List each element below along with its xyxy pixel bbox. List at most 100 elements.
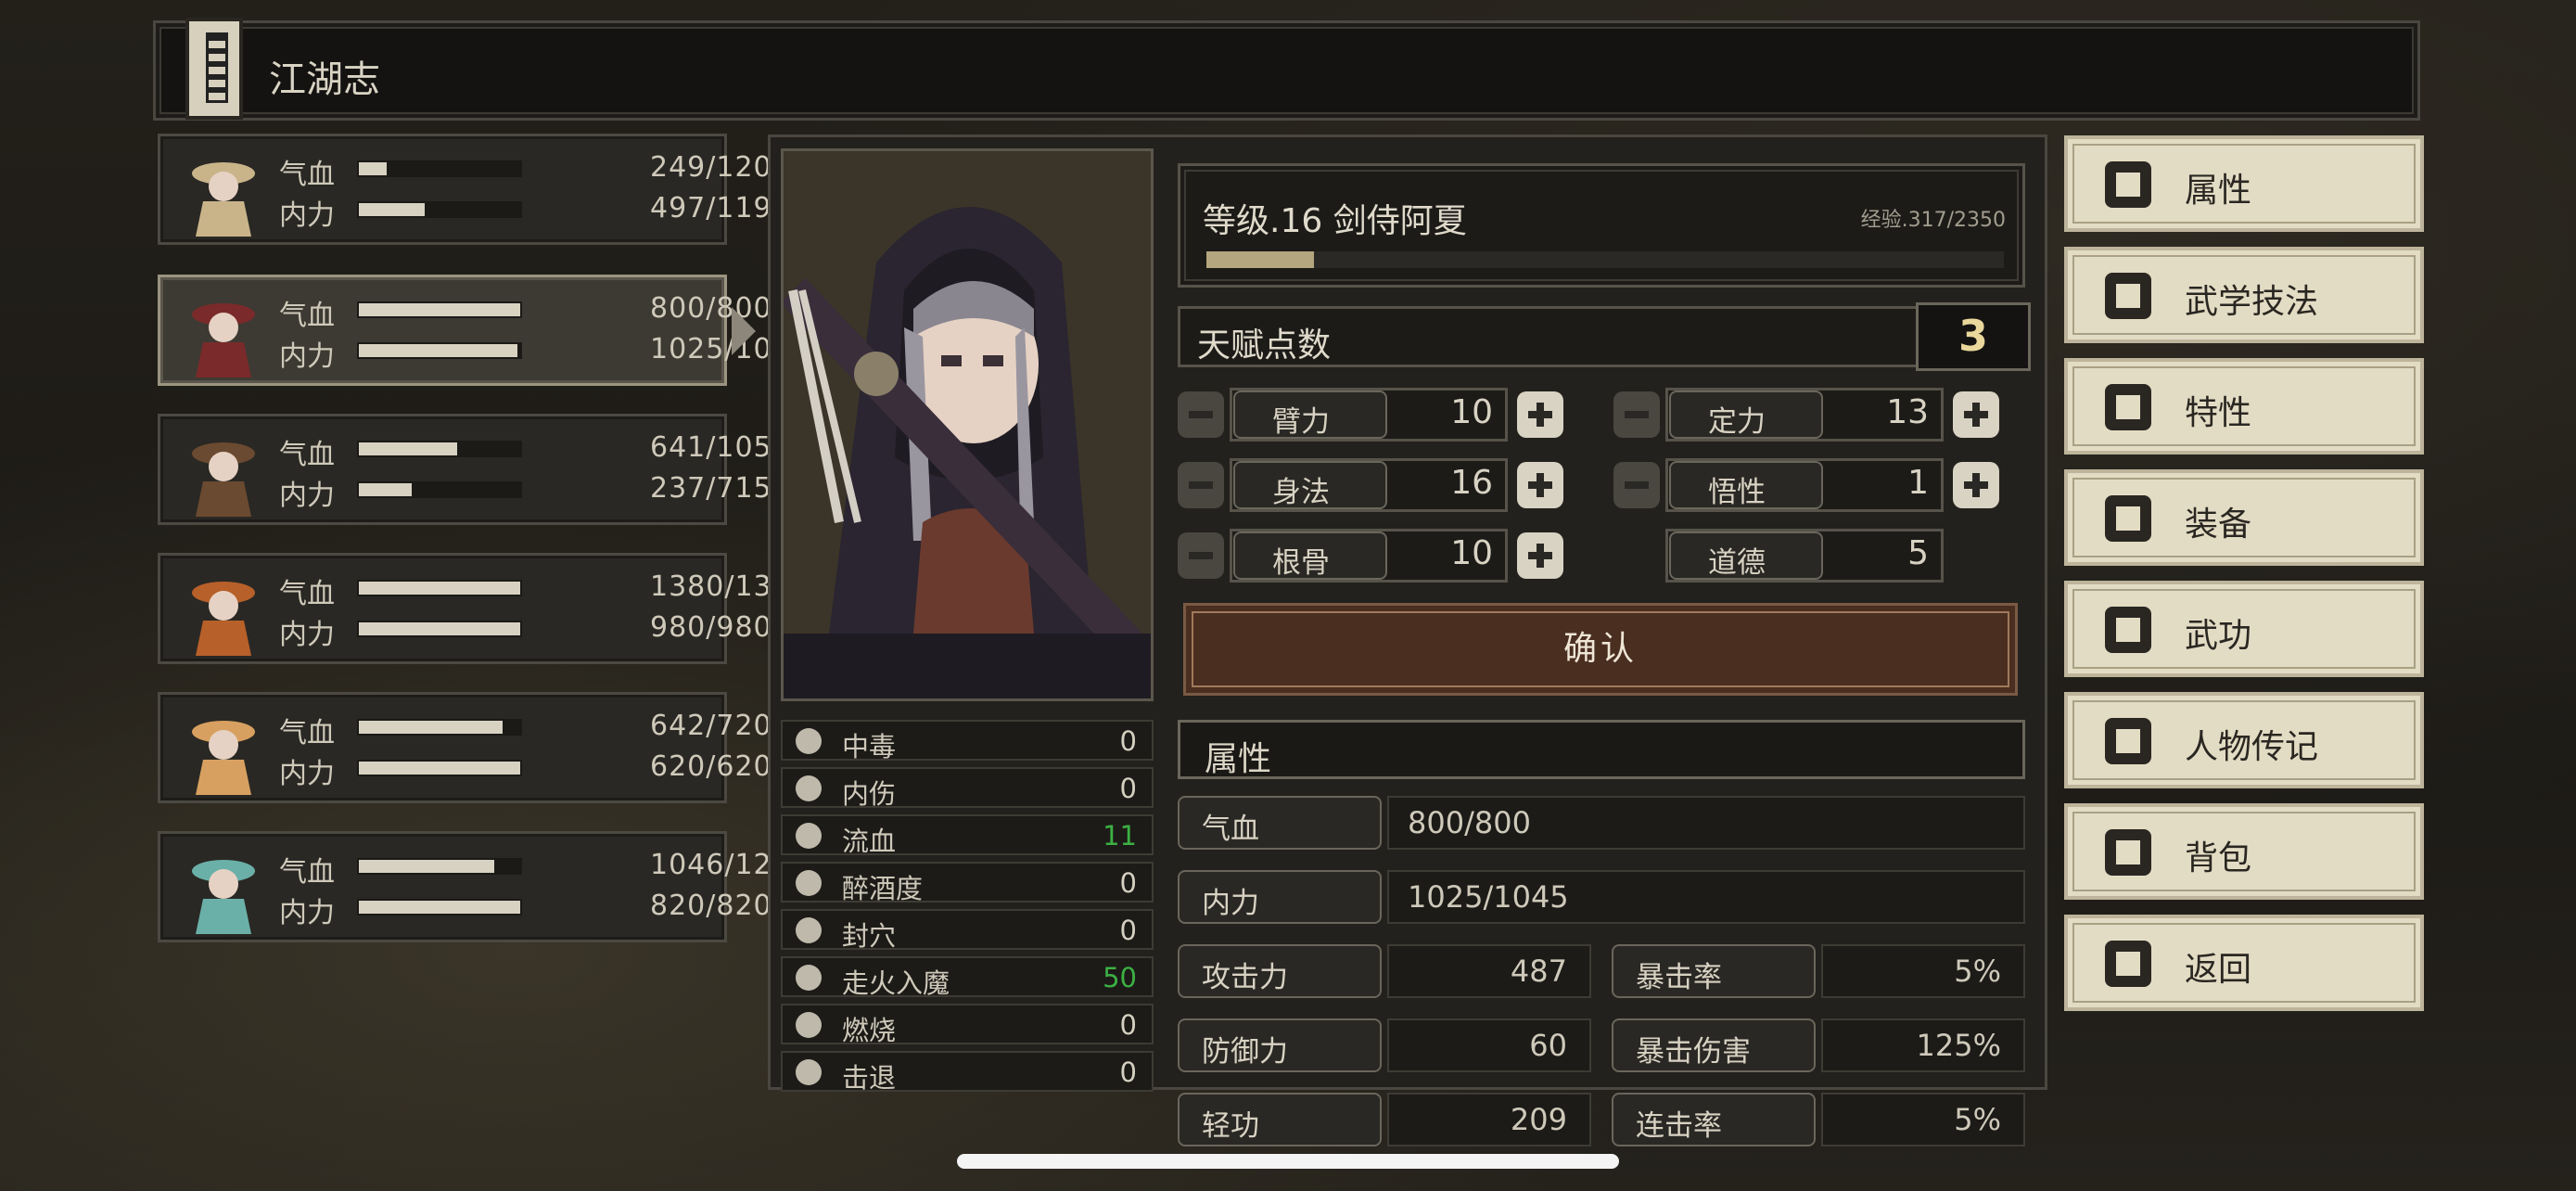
attribute-value: 1: [1907, 464, 1929, 502]
talent-points-row: 天赋点数: [1178, 306, 1919, 367]
hp-label: 气血: [279, 717, 335, 749]
menu-button-biography[interactable]: 人物传记: [2064, 692, 2424, 788]
status-name: 燃烧: [842, 1015, 897, 1046]
party-member-card[interactable]: 气血 1380/1380 内力 980/980: [158, 553, 809, 664]
confirm-button[interactable]: 确认: [1183, 603, 2018, 696]
menu-button-trait[interactable]: 特性: [2064, 358, 2424, 455]
party-member-avatar-icon: [177, 146, 270, 238]
prop-name: 防御力: [1178, 1018, 1382, 1072]
trait-icon: [2099, 378, 2157, 436]
party-member-card[interactable]: 气血 641/1055 内力 237/715: [158, 414, 790, 525]
level-box: 等级.16 剑侍阿夏 经验.317/2350: [1178, 163, 2025, 288]
mp-value: 620/620: [650, 750, 772, 783]
prop-name: 暴击率: [1612, 944, 1816, 998]
status-value: 0: [1119, 915, 1137, 946]
mp-bar-fill: [359, 483, 412, 496]
plus-button[interactable]: [1517, 391, 1563, 438]
status-name: 中毒: [842, 731, 897, 762]
status-effect-row: 击退 0: [781, 1051, 1154, 1094]
mp-bar: [357, 899, 522, 916]
attribute-name: 定力: [1669, 391, 1823, 439]
hp-row: 气血 249/1208: [279, 151, 790, 191]
mp-bar: [357, 760, 522, 776]
party-member-card[interactable]: 气血 249/1208 内力 497/1197: [158, 134, 790, 245]
mp-value: 980/980: [650, 611, 772, 644]
mp-label: 内力: [279, 340, 335, 373]
mp-row: 内力 497/1197: [279, 192, 790, 232]
sword-icon: [2099, 490, 2157, 547]
attribute-name: 根骨: [1233, 531, 1387, 580]
menu-button-door[interactable]: 返回: [2064, 915, 2424, 1011]
exp-bar: [1206, 251, 2004, 268]
party-member-avatar-icon: [177, 426, 270, 519]
status-name: 走火入魔: [842, 967, 950, 999]
status-value: 0: [1119, 725, 1137, 757]
status-value: 0: [1119, 773, 1137, 804]
mp-row: 内力 620/620: [279, 750, 772, 790]
plus-button[interactable]: [1953, 462, 1999, 508]
hp-value: 642/720: [650, 710, 772, 742]
demon-face-icon: [796, 965, 822, 991]
hp-bar-fill: [359, 721, 503, 734]
status-value: 0: [1119, 1057, 1137, 1088]
game-screen: 江湖志 气血 249/1208 内力 497/1197 气血 800/800 内…: [0, 0, 2576, 1191]
prop-name: 轻功: [1178, 1093, 1382, 1146]
flame-icon: [796, 1012, 822, 1038]
skull-icon: [796, 728, 822, 754]
mp-bar-fill: [359, 203, 425, 216]
broken-heart-icon: [796, 775, 822, 801]
plus-button[interactable]: [1953, 391, 1999, 438]
status-value: 50: [1103, 962, 1137, 993]
attribute-value: 13: [1886, 393, 1929, 431]
status-effect-row: 中毒 0: [781, 720, 1154, 762]
party-member-avatar-icon: [177, 843, 270, 936]
hp-bar-fill: [359, 582, 520, 595]
attribute-focus: 定力 13: [1613, 388, 2012, 442]
plus-button[interactable]: [1517, 462, 1563, 508]
party-member-card[interactable]: 气血 800/800 内力 1025/1045: [158, 275, 809, 386]
hp-row: 气血 1380/1380: [279, 570, 809, 610]
plus-button[interactable]: [1517, 532, 1563, 579]
mp-bar: [357, 201, 522, 218]
party-member-card[interactable]: 气血 1046/1240 内力 820/820: [158, 831, 809, 942]
minus-button[interactable]: [1178, 391, 1224, 438]
prop-row-crit-dmg: 暴击伤害 125%: [1612, 1018, 2025, 1072]
mp-row: 内力 237/715: [279, 472, 772, 512]
minus-button[interactable]: [1613, 462, 1660, 508]
menu-button-book[interactable]: 武功: [2064, 581, 2424, 677]
minus-button[interactable]: [1613, 391, 1660, 438]
menu-label: 装备: [2185, 506, 2252, 544]
character-portrait: [780, 148, 1154, 701]
menu-button-person[interactable]: 属性: [2064, 135, 2424, 232]
status-value: 11: [1103, 820, 1137, 852]
menu-button-bag[interactable]: 背包: [2064, 803, 2424, 900]
scroll-icon: [185, 18, 243, 120]
menu-label: 人物传记: [2185, 728, 2319, 766]
person-icon: [2099, 156, 2157, 213]
minus-button[interactable]: [1178, 532, 1224, 579]
prop-value: 125%: [1821, 1018, 2025, 1072]
prop-row-crit-rate: 暴击率 5%: [1612, 944, 2025, 998]
prop-value: 60: [1387, 1018, 1591, 1072]
properties-header: 属性: [1178, 720, 2025, 779]
hooded-swordswoman-icon: [780, 151, 1151, 698]
hp-label: 气血: [279, 856, 335, 889]
mp-label: 内力: [279, 897, 335, 929]
minus-button[interactable]: [1178, 462, 1224, 508]
status-value: 0: [1119, 1009, 1137, 1041]
talent-points-value: 3: [1916, 302, 2031, 371]
mp-label: 内力: [279, 758, 335, 790]
menu-button-martial-arts[interactable]: 武学技法: [2064, 247, 2424, 343]
status-effect-row: 流血 11: [781, 814, 1154, 857]
menu-button-sword[interactable]: 装备: [2064, 469, 2424, 566]
home-indicator[interactable]: [957, 1154, 1619, 1169]
attribute-insight: 悟性 1: [1613, 458, 2012, 512]
martial-arts-icon: [2099, 267, 2157, 325]
attribute-value: 10: [1450, 393, 1493, 431]
mp-bar: [357, 621, 522, 637]
party-member-card[interactable]: 气血 642/720 内力 620/620: [158, 692, 772, 803]
hp-bar: [357, 160, 522, 177]
status-effect-list: 中毒 0 内伤 0 流血 11 醉酒度 0 封穴 0 走火入魔 50 燃烧 0: [781, 720, 1154, 1098]
exp-text: 经验.317/2350: [1860, 209, 2006, 232]
mp-label: 内力: [279, 619, 335, 651]
